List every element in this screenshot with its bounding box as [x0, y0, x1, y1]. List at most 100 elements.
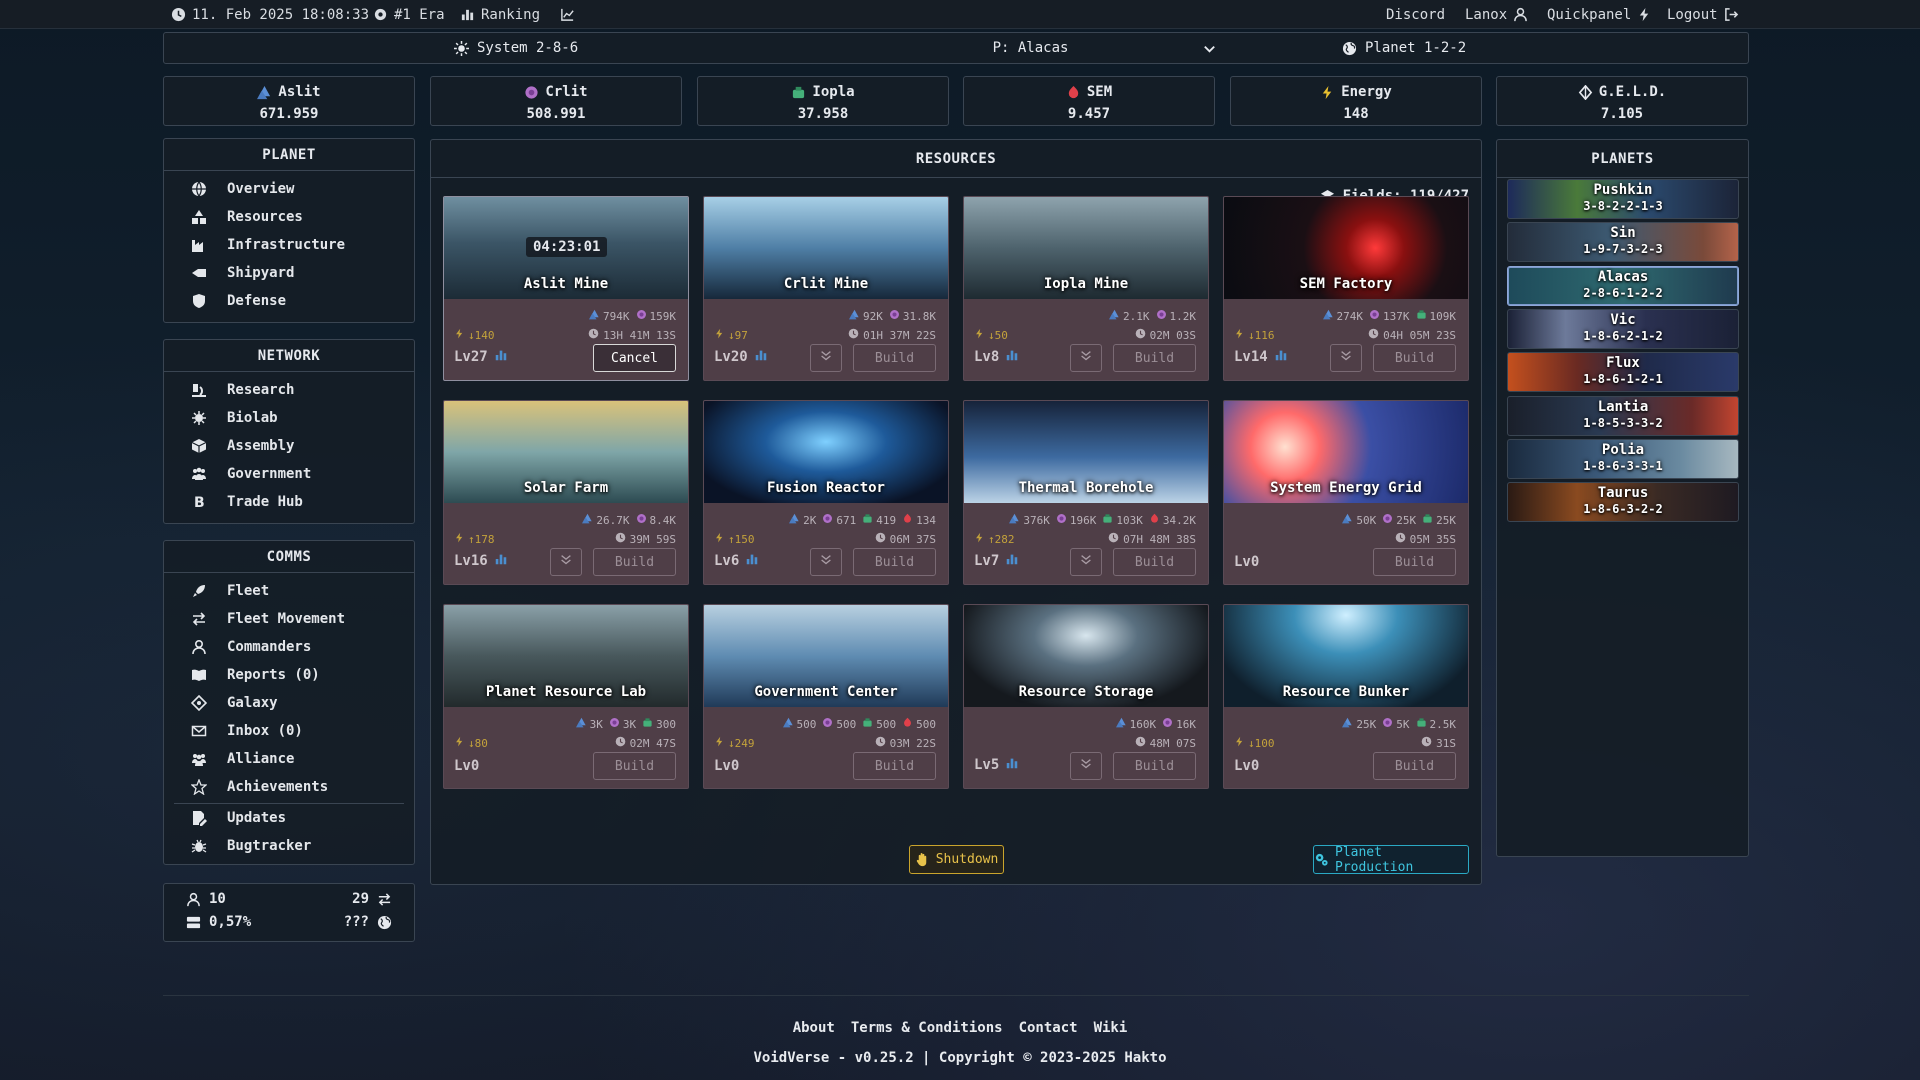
menu-fleet-movement[interactable]: Fleet Movement — [164, 605, 414, 633]
menu-defense[interactable]: Defense — [164, 287, 414, 315]
production-chart-icon[interactable] — [494, 552, 508, 570]
downgrade-button[interactable] — [1070, 548, 1102, 576]
menu-biolab[interactable]: Biolab — [164, 404, 414, 432]
production-chart-icon[interactable] — [1005, 552, 1019, 570]
top-bar: 11. Feb 2025 18:08:33 #1 Era Ranking Dis… — [0, 0, 1920, 29]
footer-contact-link[interactable]: Contact — [1019, 1020, 1078, 1036]
planet-item-flux[interactable]: Flux 1-8-6-1-2-1 — [1507, 352, 1739, 393]
planet-name: Lantia — [1597, 398, 1649, 415]
building-name: Resource Bunker — [1282, 684, 1410, 700]
footer-about-link[interactable]: About — [793, 1020, 835, 1036]
logout-link[interactable]: Logout — [1667, 0, 1739, 29]
energy-icon — [1320, 85, 1335, 100]
menu-bugtracker[interactable]: Bugtracker — [164, 832, 414, 860]
production-chart-icon[interactable] — [754, 348, 768, 366]
file-edit-icon — [191, 810, 207, 826]
energy-icon — [714, 532, 725, 546]
menu-infrastructure[interactable]: Infrastructure — [164, 231, 414, 259]
cancel-button[interactable]: Cancel — [593, 344, 676, 372]
menu-commanders[interactable]: Commanders — [164, 633, 414, 661]
menu-trade-hub[interactable]: B Trade Hub — [164, 488, 414, 516]
planet-item-taurus[interactable]: Taurus 1-8-6-3-2-2 — [1507, 482, 1739, 523]
resources-icon — [191, 209, 207, 225]
planet-item-polia[interactable]: Polia 1-8-6-3-3-1 — [1507, 438, 1739, 479]
era-link[interactable]: #1 Era — [373, 0, 445, 29]
downgrade-button[interactable] — [550, 548, 582, 576]
menu-inbox[interactable]: Inbox (0) — [164, 717, 414, 745]
downgrade-button[interactable] — [810, 344, 842, 372]
build-button[interactable]: Build — [853, 548, 936, 576]
downgrade-button[interactable] — [1070, 752, 1102, 780]
planet-select[interactable]: P: Alacas — [867, 33, 1217, 63]
energy-consumption: ↓249 — [714, 736, 755, 750]
build-button[interactable]: Build — [1113, 548, 1196, 576]
chevron-down-icon — [1202, 41, 1217, 56]
production-chart-icon[interactable] — [745, 552, 759, 570]
ranking-link[interactable]: Ranking — [460, 0, 540, 29]
planet-item-pushkin[interactable]: Pushkin 3-8-2-2-1-3 — [1507, 179, 1739, 219]
user-profile-link[interactable]: Lanox — [1465, 0, 1528, 29]
planet-name: Polia — [1601, 441, 1645, 458]
quickpanel-link[interactable]: Quickpanel — [1547, 0, 1652, 29]
build-button[interactable]: Build — [1373, 344, 1456, 372]
stats-link[interactable] — [560, 0, 575, 29]
people-icon — [191, 466, 207, 482]
building-name: Iopla Mine — [1043, 276, 1129, 292]
cost-item: 134 — [902, 513, 936, 527]
planet-link[interactable]: Planet 1-2-2 — [1342, 33, 1466, 63]
production-chart-icon[interactable] — [1005, 348, 1019, 366]
menu-resources[interactable]: Resources — [164, 203, 414, 231]
energy-consumption: ↓80 — [454, 736, 488, 750]
logout-icon — [1724, 7, 1739, 22]
build-button[interactable]: Build — [1113, 344, 1196, 372]
production-chart-icon[interactable] — [494, 348, 508, 366]
clock-icon — [1421, 736, 1432, 750]
menu-research[interactable]: Research — [164, 376, 414, 404]
planet-item-lantia[interactable]: Lantia 1-8-5-3-3-2 — [1507, 395, 1739, 436]
menu-achievements[interactable]: Achievements — [164, 773, 414, 801]
system-link[interactable]: System 2-8-6 — [454, 33, 578, 63]
cogs-icon — [1314, 852, 1329, 867]
build-button[interactable]: Build — [853, 752, 936, 780]
energy-consumption: ↑178 — [454, 532, 495, 546]
cost-item: 109K — [1416, 309, 1456, 323]
downgrade-button[interactable] — [810, 548, 842, 576]
menu-assembly[interactable]: Assembly — [164, 432, 414, 460]
build-button[interactable]: Build — [1373, 548, 1456, 576]
build-button[interactable]: Build — [593, 548, 676, 576]
planet-item-vic[interactable]: Vic 1-8-6-2-1-2 — [1507, 308, 1739, 349]
planet-production-button[interactable]: Planet Production — [1313, 845, 1469, 875]
sun-icon — [454, 40, 469, 56]
building-card: Resource Storage 160K 16K 48M 07S Lv5 Bui… — [963, 604, 1209, 789]
menu-updates[interactable]: Updates — [164, 804, 414, 832]
menu-reports[interactable]: Reports (0) — [164, 661, 414, 689]
menu-alliance[interactable]: Alliance — [164, 745, 414, 773]
menu-galaxy[interactable]: Galaxy — [164, 689, 414, 717]
build-button[interactable]: Build — [593, 752, 676, 780]
planet-item-sin[interactable]: Sin 1-9-7-3-2-3 — [1507, 222, 1739, 263]
menu-fleet[interactable]: Fleet — [164, 577, 414, 605]
chevrons-down-icon — [819, 349, 833, 367]
menu-overview[interactable]: Overview — [164, 175, 414, 203]
downgrade-button[interactable] — [1070, 344, 1102, 372]
menu-shipyard[interactable]: Shipyard — [164, 259, 414, 287]
menu-government[interactable]: Government — [164, 460, 414, 488]
crlit-icon — [524, 85, 539, 100]
planet-name: Taurus — [1597, 485, 1649, 502]
production-chart-icon[interactable] — [1005, 756, 1019, 774]
cost-item: 500 — [822, 717, 856, 731]
discord-link[interactable]: Discord — [1386, 0, 1445, 29]
footer-wiki-link[interactable]: Wiki — [1094, 1020, 1128, 1036]
footer-terms-link[interactable]: Terms & Conditions — [851, 1020, 1003, 1036]
energy-icon — [974, 532, 985, 546]
build-button[interactable]: Build — [853, 344, 936, 372]
downgrade-button[interactable] — [1330, 344, 1362, 372]
build-button[interactable]: Build — [1113, 752, 1196, 780]
production-chart-icon[interactable] — [1274, 348, 1288, 366]
planet-menu-title: PLANET — [164, 139, 414, 171]
build-button[interactable]: Build — [1373, 752, 1456, 780]
resource-aslit: Aslit 671.959 — [163, 76, 415, 126]
planet-item-alacas[interactable]: Alacas 2-8-6-1-2-2 — [1507, 265, 1739, 306]
aslit-icon — [1109, 309, 1120, 323]
shutdown-button[interactable]: Shutdown — [909, 845, 1004, 874]
